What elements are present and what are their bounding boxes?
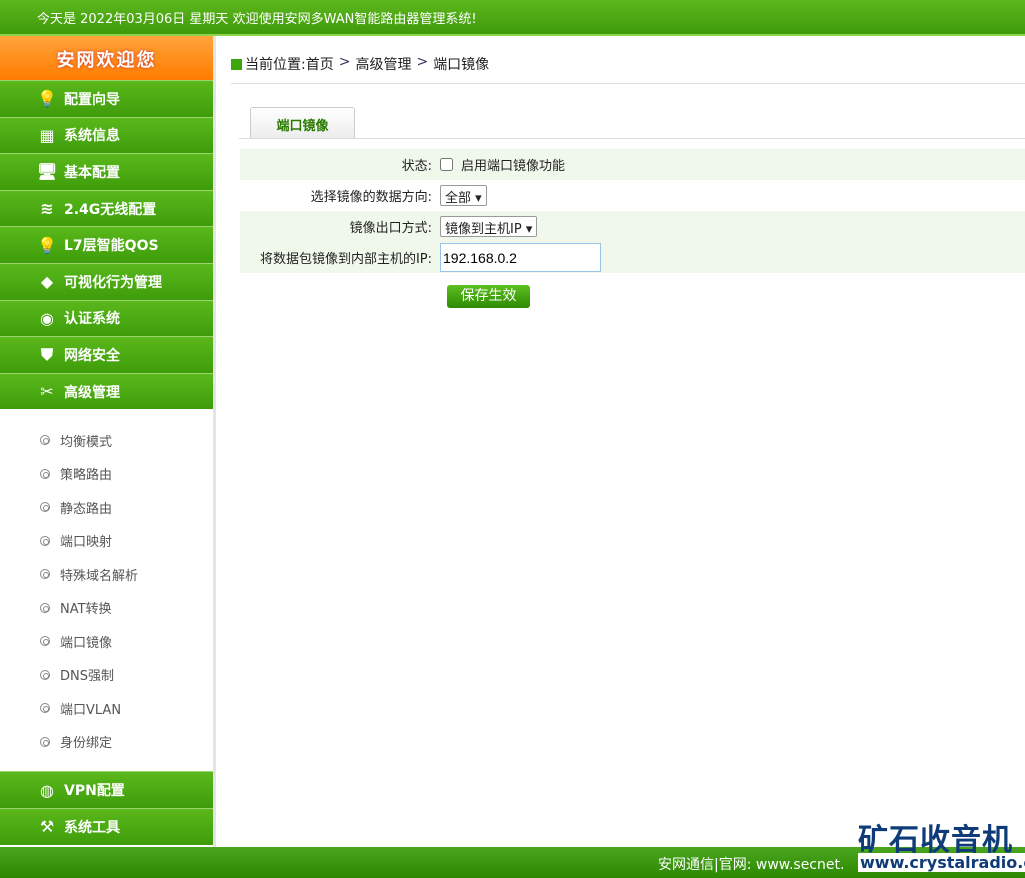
ip-label: 将数据包镜像到内部主机的IP: bbox=[259, 252, 432, 267]
submenu-item[interactable]: 静态路由 bbox=[40, 490, 213, 524]
watermark-url: www.crystalradio.cn bbox=[858, 853, 1025, 872]
submenu-item-label: 静态路由 bbox=[60, 501, 113, 517]
output-label: 镜像出口方式: bbox=[349, 221, 432, 236]
sidebar-welcome: 安网欢迎您 bbox=[0, 36, 213, 80]
submenu-item-label: NAT转换 bbox=[60, 602, 112, 618]
submenu-item[interactable]: 特殊域名解析 bbox=[40, 557, 213, 591]
radio-circle-icon bbox=[40, 636, 50, 647]
tab-port-mirror[interactable]: 端口镜像 bbox=[250, 107, 355, 138]
tools-icon: ✂ bbox=[40, 382, 54, 402]
breadcrumb-sep: > bbox=[416, 54, 429, 70]
breadcrumb-current: 端口镜像 bbox=[433, 57, 490, 73]
sidebar-item[interactable]: ◆ 可视化行为管理 bbox=[0, 262, 213, 300]
enable-mirror-checkbox[interactable] bbox=[440, 158, 453, 171]
radio-circle-icon bbox=[40, 602, 50, 613]
medal-icon: ◉ bbox=[40, 308, 54, 328]
save-button[interactable]: 保存生效 bbox=[447, 285, 530, 308]
sidebar-item[interactable]: ≋ 2.4G无线配置 bbox=[0, 189, 213, 227]
welcome-text: 今天是 2022年03月06日 星期天 欢迎使用安网多WAN智能路由器管理系统! bbox=[37, 12, 477, 27]
sidebar-item[interactable]: ✂ 高级管理 bbox=[0, 372, 213, 410]
lightbulb-icon: 💡 bbox=[37, 89, 57, 109]
radio-circle-icon bbox=[40, 468, 50, 479]
footer-text: 安网通信|官网: www.secnet. bbox=[658, 857, 845, 873]
main-content: 当前位置: 首页 > 高级管理 > 端口镜像 端口镜像 状态: 启用端口镜像功能… bbox=[219, 36, 1025, 847]
sidebar-item-label: 高级管理 bbox=[64, 384, 120, 401]
row-ip: 将数据包镜像到内部主机的IP: bbox=[240, 242, 1025, 273]
top-banner: 今天是 2022年03月06日 星期天 欢迎使用安网多WAN智能路由器管理系统! bbox=[0, 0, 1025, 36]
ip-input[interactable] bbox=[440, 243, 601, 272]
submenu-item-label: DNS强制 bbox=[60, 669, 114, 685]
output-select[interactable]: 镜像到主机IP ▾ bbox=[440, 216, 538, 237]
submenu-item[interactable]: DNS强制 bbox=[40, 658, 213, 692]
calendar-icon: ▦ bbox=[39, 125, 55, 145]
shield-icon: ⛊ bbox=[40, 344, 53, 364]
tab-divider bbox=[239, 138, 1025, 139]
status-label: 状态: bbox=[401, 159, 432, 174]
row-status: 状态: 启用端口镜像功能 bbox=[240, 149, 1025, 180]
direction-label: 选择镜像的数据方向: bbox=[310, 190, 432, 205]
output-value: 镜像到主机IP bbox=[445, 222, 522, 237]
warning-icon: ◆ bbox=[40, 272, 54, 292]
submenu-item-label: 端口映射 bbox=[60, 535, 113, 551]
submenu-item[interactable]: 端口VLAN bbox=[40, 691, 213, 725]
radio-circle-icon bbox=[40, 435, 50, 446]
sidebar-item[interactable]: ⚒ 系统工具 bbox=[0, 807, 213, 845]
breadcrumb-advanced[interactable]: 高级管理 bbox=[355, 54, 411, 74]
direction-select[interactable]: 全部 ▾ bbox=[440, 185, 487, 206]
globe-icon: ◍ bbox=[40, 780, 54, 800]
row-output: 镜像出口方式: 镜像到主机IP ▾ bbox=[240, 211, 1025, 242]
submenu-item-label: 身份绑定 bbox=[60, 736, 113, 752]
sidebar-item-label: VPN配置 bbox=[64, 783, 125, 800]
sidebar-item[interactable]: 🖥 基本配置 bbox=[0, 153, 213, 190]
submenu-item[interactable]: 身份绑定 bbox=[40, 725, 213, 759]
radio-circle-icon bbox=[40, 703, 50, 714]
sidebar-item-label: L7层智能QOS bbox=[64, 238, 159, 255]
sidebar-item-label: 基本配置 bbox=[64, 164, 120, 181]
breadcrumb: 当前位置: 首页 > 高级管理 > 端口镜像 bbox=[231, 54, 1025, 84]
lightbulb-icon: 💡 bbox=[37, 235, 57, 255]
submenu-item[interactable]: 策略路由 bbox=[40, 457, 213, 491]
sidebar-item[interactable]: ▦ 系统信息 bbox=[0, 116, 213, 154]
arrow-icon bbox=[231, 59, 242, 70]
breadcrumb-sep: > bbox=[338, 54, 351, 70]
submenu-item[interactable]: 端口映射 bbox=[40, 524, 213, 558]
radio-circle-icon bbox=[40, 502, 50, 513]
submenu-item-label: 均衡模式 bbox=[60, 434, 113, 450]
sidebar-item-label: 系统信息 bbox=[64, 128, 120, 145]
sidebar-item[interactable]: 💡 L7层智能QOS bbox=[0, 226, 213, 263]
sidebar-item-label: 认证系统 bbox=[64, 311, 120, 328]
sidebar-item-label: 系统工具 bbox=[64, 819, 120, 836]
wifi-icon: ≋ bbox=[40, 199, 54, 219]
submenu-item-label: 端口VLAN bbox=[60, 702, 122, 718]
sidebar: 安网欢迎您 💡 配置向导 ▦ 系统信息 🖥 基本配置 ≋ 2.4G无线配置 💡 L7层智能QOS ◆… bbox=[0, 36, 216, 847]
submenu-item[interactable]: 均衡模式 bbox=[40, 423, 213, 457]
sidebar-item[interactable]: 💡 配置向导 bbox=[0, 80, 213, 117]
radio-circle-icon bbox=[40, 535, 50, 546]
direction-value: 全部 bbox=[445, 191, 472, 206]
submenu-item[interactable]: NAT转换 bbox=[40, 591, 213, 625]
sidebar-item-label: 可视化行为管理 bbox=[64, 274, 162, 291]
submenu-item-label: 特殊域名解析 bbox=[60, 568, 139, 584]
breadcrumb-prefix: 当前位置: bbox=[245, 57, 306, 73]
sidebar-item-label: 2.4G无线配置 bbox=[64, 201, 157, 218]
sidebar-item[interactable]: ◉ 认证系统 bbox=[0, 299, 213, 337]
submenu-item-label: 策略路由 bbox=[60, 468, 113, 484]
sidebar-item-label: 网络安全 bbox=[64, 347, 120, 364]
sidebar-item[interactable]: ⛊ 网络安全 bbox=[0, 336, 213, 373]
sidebar-item[interactable]: ◍ VPN配置 bbox=[0, 771, 213, 808]
enable-mirror-label: 启用端口镜像功能 bbox=[461, 159, 566, 174]
wrench-icon: ⚒ bbox=[39, 817, 55, 837]
submenu: 均衡模式策略路由静态路由端口映射特殊域名解析 NAT转换端口镜像 DNS强制端口VL… bbox=[0, 409, 213, 771]
radio-circle-icon bbox=[40, 569, 50, 580]
submenu-item-label: 端口镜像 bbox=[60, 635, 113, 651]
radio-circle-icon bbox=[40, 736, 50, 747]
submenu-item[interactable]: 端口镜像 bbox=[40, 624, 213, 658]
row-direction: 选择镜像的数据方向: 全部 ▾ bbox=[240, 180, 1025, 211]
breadcrumb-home[interactable]: 首页 bbox=[306, 54, 334, 74]
sidebar-item-label: 配置向导 bbox=[64, 91, 120, 108]
radio-circle-icon bbox=[40, 669, 50, 680]
monitor-icon: 🖥 bbox=[36, 162, 58, 182]
